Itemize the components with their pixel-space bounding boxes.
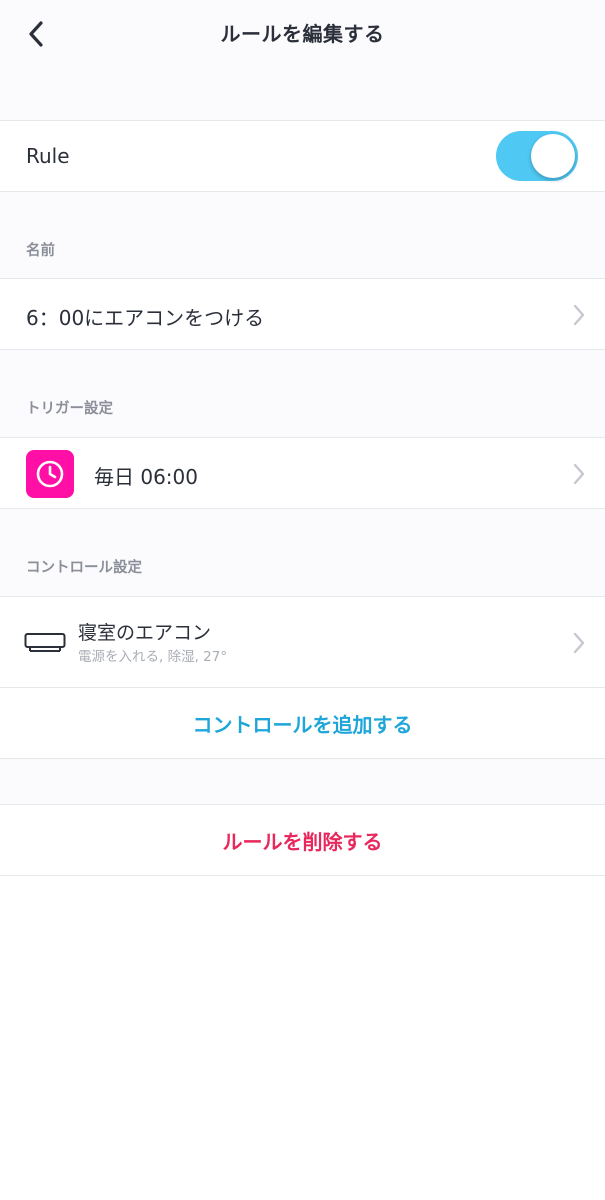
trigger-schedule-text: 毎日 06:00: [94, 465, 198, 489]
name-section-header: 名前: [0, 192, 605, 278]
rule-toggle-row: Rule: [0, 120, 605, 192]
chevron-right-icon: [573, 463, 585, 485]
clock-icon: [36, 460, 64, 488]
spacer: [0, 759, 605, 805]
rule-label: Rule: [26, 144, 70, 168]
clock-icon-tile: [26, 450, 74, 498]
control-section-label: コントロール設定: [26, 560, 142, 576]
air-conditioner-icon: [24, 633, 66, 652]
add-control-button[interactable]: コントロールを追加する: [0, 709, 605, 738]
chevron-right-icon: [573, 632, 585, 654]
page-title: ルールを編集する: [220, 22, 385, 46]
name-section-label: 名前: [26, 243, 55, 259]
control-section-header: コントロール設定: [0, 509, 605, 596]
chevron-right-icon: [573, 304, 585, 326]
spacer: [0, 66, 605, 120]
rule-name-value: 6：00にエアコンをつける: [26, 306, 265, 330]
trigger-section-label: トリガー設定: [26, 401, 113, 417]
control-block: 寝室のエアコン 電源を入れる, 除湿, 27° コントロールを追加する: [0, 596, 605, 759]
delete-rule-row: ルールを削除する: [0, 804, 605, 876]
trigger-row[interactable]: 毎日 06:00: [0, 437, 605, 509]
divider: [0, 687, 605, 688]
control-item-row[interactable]: 寝室のエアコン 電源を入れる, 除湿, 27°: [0, 597, 605, 688]
toggle-knob: [531, 134, 575, 178]
rule-name-row[interactable]: 6：00にエアコンをつける: [0, 278, 605, 350]
control-device-name: 寝室のエアコン: [78, 622, 212, 644]
control-device-settings: 電源を入れる, 除湿, 27°: [78, 649, 228, 665]
trigger-section-header: トリガー設定: [0, 350, 605, 437]
delete-rule-button[interactable]: ルールを削除する: [0, 826, 605, 855]
rule-toggle-switch[interactable]: [496, 131, 578, 181]
navigation-bar: ルールを編集する: [0, 0, 605, 66]
